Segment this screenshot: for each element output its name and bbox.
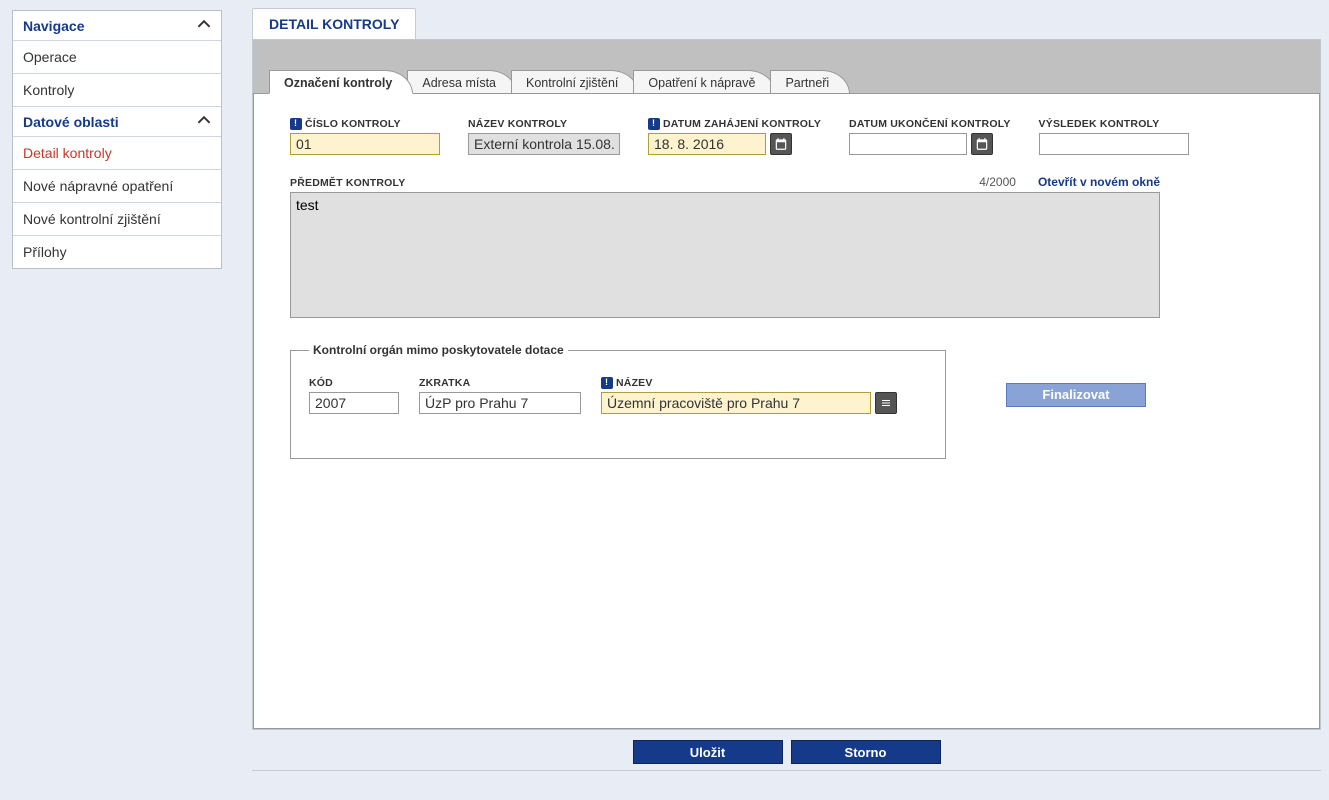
sidebar-item-detail-kontroly[interactable]: Detail kontroly <box>13 137 221 170</box>
calendar-icon[interactable] <box>770 133 792 155</box>
tabstrip: Označení kontroly Adresa místa Kontrolní… <box>253 40 1320 94</box>
sidebar-item-nove-zjisteni[interactable]: Nové kontrolní zjištění <box>13 203 221 236</box>
legend-org: Kontrolní orgán mimo poskytovatele dotac… <box>309 343 568 357</box>
sidebar-panel: Navigace Operace Kontroly Datové oblasti… <box>12 10 222 269</box>
label-kod: KÓD <box>309 377 399 389</box>
nav-section-header[interactable]: Navigace <box>13 11 221 41</box>
data-section-title: Datové oblasti <box>23 114 119 130</box>
list-picker-icon[interactable] <box>875 392 897 414</box>
input-org-nazev[interactable] <box>601 392 871 414</box>
content-panel: Označení kontroly Adresa místa Kontrolní… <box>252 39 1321 730</box>
footer-divider <box>252 770 1321 771</box>
label-nazev: NÁZEV KONTROLY <box>468 118 620 130</box>
input-nazev-kontroly <box>468 133 620 155</box>
label-zkratka: ZKRATKA <box>419 377 581 389</box>
label-vysledek: VÝSLEDEK KONTROLY <box>1039 118 1189 130</box>
required-icon <box>290 118 302 130</box>
textarea-predmet[interactable] <box>290 192 1160 318</box>
sidebar-item-operace[interactable]: Operace <box>13 41 221 74</box>
tab-adresa[interactable]: Adresa místa <box>407 70 517 94</box>
tab-oznaceni[interactable]: Označení kontroly <box>269 70 413 94</box>
form-panel: ČÍSLO KONTROLY NÁZEV KONTROLY DATUM ZAHÁ… <box>253 93 1320 729</box>
label-cislo: ČÍSLO KONTROLY <box>290 118 440 130</box>
required-icon <box>648 118 660 130</box>
input-datum-zahajeni[interactable] <box>648 133 766 155</box>
input-zkratka[interactable] <box>419 392 581 414</box>
chevron-up-icon <box>197 17 211 34</box>
chevron-up-icon <box>197 113 211 130</box>
required-icon <box>601 377 613 389</box>
page-title-tab: DETAIL KONTROLY <box>252 8 416 39</box>
input-cislo-kontroly[interactable] <box>290 133 440 155</box>
input-kod[interactable] <box>309 392 399 414</box>
sidebar-item-kontroly[interactable]: Kontroly <box>13 74 221 107</box>
sidebar-item-nove-napravne[interactable]: Nové nápravné opatření <box>13 170 221 203</box>
nav-section-title: Navigace <box>23 18 84 34</box>
tab-zjisteni[interactable]: Kontrolní zjištění <box>511 70 639 94</box>
label-zahajeni: DATUM ZAHÁJENÍ KONTROLY <box>648 118 821 130</box>
label-predmet: PŘEDMĚT KONTROLY <box>290 177 405 189</box>
save-button[interactable]: Uložit <box>633 740 783 764</box>
footer-actions: Uložit Storno <box>252 730 1321 770</box>
cancel-button[interactable]: Storno <box>791 740 941 764</box>
fieldset-kontrolni-organ: Kontrolní orgán mimo poskytovatele dotac… <box>290 343 946 459</box>
calendar-icon[interactable] <box>971 133 993 155</box>
tab-opatreni[interactable]: Opatření k nápravě <box>633 70 776 94</box>
label-org-nazev: NÁZEV <box>601 377 897 389</box>
data-section-header[interactable]: Datové oblasti <box>13 107 221 137</box>
char-counter: 4/2000 <box>979 175 1016 189</box>
finalize-button[interactable]: Finalizovat <box>1006 383 1146 407</box>
sidebar-item-prilohy[interactable]: Přílohy <box>13 236 221 268</box>
tab-partneri[interactable]: Partneři <box>770 70 850 94</box>
input-datum-ukonceni[interactable] <box>849 133 967 155</box>
label-ukonceni: DATUM UKONČENÍ KONTROLY <box>849 118 1011 130</box>
open-new-window-link[interactable]: Otevřít v novém okně <box>1038 175 1160 189</box>
input-vysledek[interactable] <box>1039 133 1189 155</box>
